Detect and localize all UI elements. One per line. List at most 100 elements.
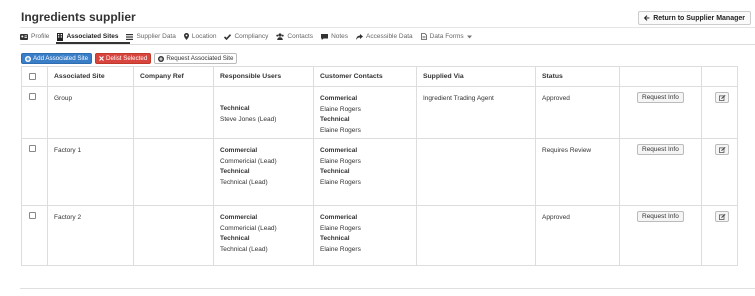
comment-icon [321,33,329,40]
supplied-via [423,139,529,146]
tab-location[interactable]: Location [183,33,217,40]
table-header-row: Associated Site Company Ref Responsible … [21,66,738,87]
contact-name: Elaine Rogers [320,178,361,186]
responsible-role: Technical [220,168,250,175]
delist-selected-label: Delist Selected [106,55,148,62]
contact-name: Elaine Rogers [320,126,361,134]
responsible-user: Steve Jones (Lead) [220,115,277,123]
site-name: Factory 2 [54,214,82,221]
status-cell: Requires Review [535,138,620,206]
id-card-icon [20,33,28,40]
add-associated-site-label: Add Associated Site [33,55,89,62]
column-header-actions [619,66,702,87]
company-ref-cell [133,86,214,139]
delist-selected-button[interactable]: Delist Selected [95,53,152,64]
status-cell: Approved [535,86,620,139]
responsible-users-cell: Commercial Commericial (Lead) Technical … [213,138,314,206]
customer-contacts-cell: Commerical Elaine Rogers Technical Elain… [313,86,417,139]
column-header-associated-site[interactable]: Associated Site [47,66,134,87]
row-select-cell [21,205,48,266]
tab-contacts[interactable]: Contacts [276,33,313,40]
edit-icon [718,213,726,220]
status-cell: Approved [535,205,620,266]
select-all-cell [21,66,48,87]
select-all-checkbox[interactable] [29,72,36,80]
request-info-button[interactable]: Request Info [637,144,684,155]
supplied-via-cell [416,205,536,266]
table-row: Factory 1 Commercial Commericial (Lead) … [21,138,738,206]
status-text: Requires Review [542,147,592,154]
responsible-user: Technical (Lead) [220,245,268,253]
edit-button[interactable] [715,92,729,103]
tab-accessible-data[interactable]: Accessible Data [356,33,413,40]
users-icon [276,33,285,40]
edit-button[interactable] [715,144,729,155]
responsible-role: Technical [220,105,250,112]
file-icon [420,33,427,40]
request-associated-site-label: Request Associated Site [166,55,234,62]
contact-name: Elaine Rogers [320,245,361,253]
request-associated-site-button[interactable]: Request Associated Site [154,53,238,64]
row-select-cell [21,86,48,139]
responsible-role: Commercial [220,214,258,221]
caret-down-icon [466,35,472,38]
header-divider [20,27,755,28]
row-checkbox[interactable] [29,212,36,219]
plus-circle-icon [25,55,31,62]
tab-notes[interactable]: Notes [321,33,348,40]
contact-role: Technical [320,235,350,242]
request-info-cell: Request Info [619,86,702,139]
edit-cell [701,138,738,206]
column-header-status[interactable]: Status [535,66,620,87]
active-tab-indicator [56,42,130,44]
action-toolbar: Add Associated Site Delist Selected Requ… [21,53,238,64]
tab-notes-label: Notes [331,33,349,40]
table-row: Factory 2 Commercial Commericial (Lead) … [21,205,738,266]
tab-data-forms[interactable]: Data Forms [420,33,472,40]
tabs-divider [20,44,755,45]
tab-associated-sites[interactable]: Associated Sites [57,32,119,41]
column-header-customer-contacts[interactable]: Customer Contacts [313,66,417,87]
contact-role: Technical [320,168,350,175]
close-icon [99,56,104,61]
tab-supplier-data[interactable]: Supplier Data [126,33,176,40]
plus-circle-icon [158,55,165,62]
row-checkbox[interactable] [29,93,36,100]
request-info-button[interactable]: Request Info [637,211,684,222]
tab-accessible-data-label: Accessible Data [366,33,413,40]
list-icon [126,33,134,40]
column-header-company-ref[interactable]: Company Ref [133,66,214,87]
supplied-via [423,206,529,213]
tab-profile-label: Profile [31,33,50,40]
page-title: Ingredients supplier [21,10,136,24]
edit-button[interactable] [715,211,729,222]
customer-contacts-cell: Commerical Elaine Rogers Technical Elain… [313,138,417,206]
tab-location-label: Location [191,33,217,40]
responsible-user: Commericial (Lead) [220,224,277,232]
request-info-cell: Request Info [619,205,702,266]
site-name: Factory 1 [54,147,82,154]
contact-name: Elaine Rogers [320,105,361,113]
column-header-responsible-users[interactable]: Responsible Users [213,66,314,87]
contact-role: Commerical [320,214,358,221]
check-icon [224,33,232,40]
tab-profile[interactable]: Profile [20,33,49,40]
edit-cell [701,86,738,139]
column-header-supplied-via[interactable]: Supplied Via [416,66,536,87]
request-info-button[interactable]: Request Info [637,92,684,103]
tab-associated-sites-label: Associated Sites [66,33,119,40]
tab-compliancy[interactable]: Compliancy [224,33,268,40]
add-associated-site-button[interactable]: Add Associated Site [21,53,93,64]
site-cell: Factory 1 [47,138,134,206]
contact-name: Elaine Rogers [320,157,361,165]
return-to-supplier-manager-button[interactable]: Return to Supplier Manager [638,11,751,25]
share-icon [356,33,364,40]
tab-data-forms-label: Data Forms [429,33,464,40]
supplied-via: Ingredient Trading Agent [423,95,494,102]
tab-supplier-data-label: Supplier Data [136,33,176,40]
site-name: Group [54,95,73,102]
row-checkbox[interactable] [29,145,36,152]
responsible-user: Commericial (Lead) [220,157,277,165]
footer-divider [20,288,755,289]
building-icon [57,32,64,41]
